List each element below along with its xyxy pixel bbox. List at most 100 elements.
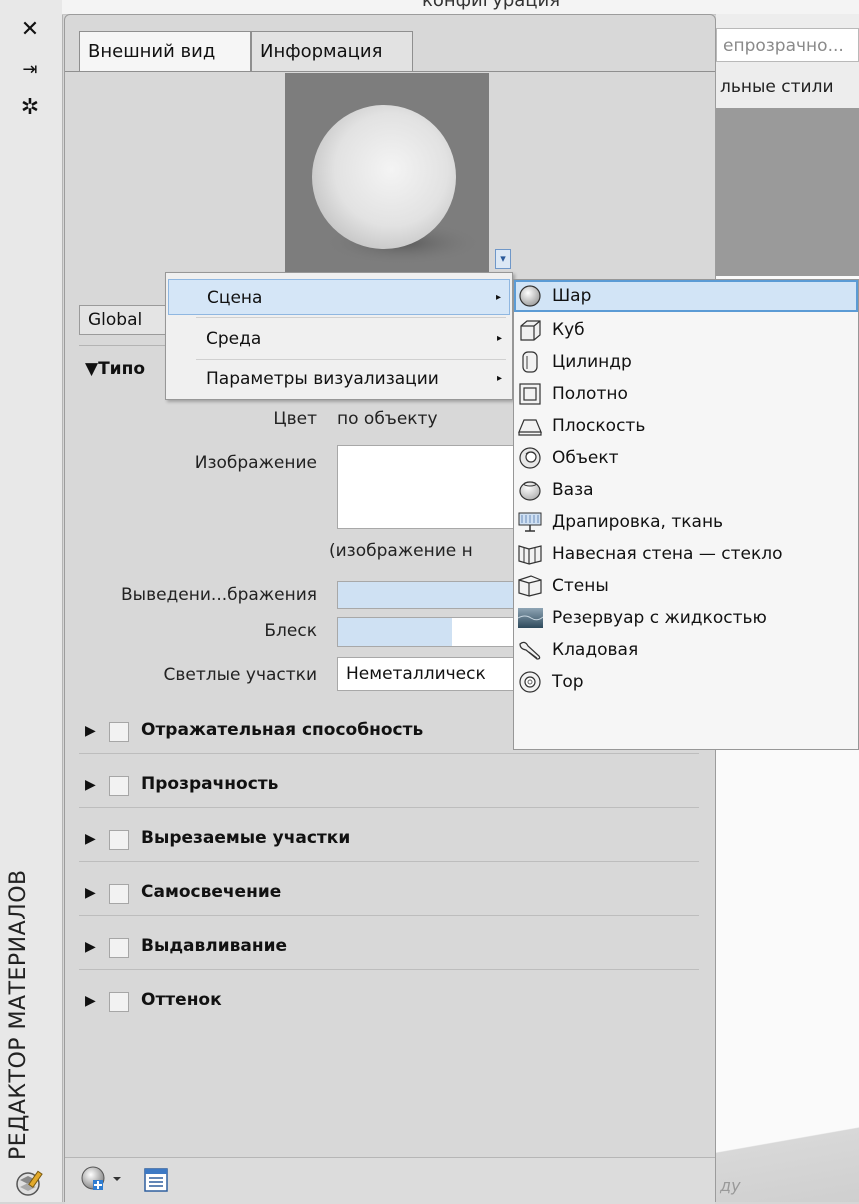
panel-bottom-toolbar [65,1157,715,1204]
glossiness-slider[interactable] [337,617,517,647]
tab-appearance[interactable]: Внешний вид [79,31,251,71]
curtain-wall-icon [517,542,543,566]
background-swatch [716,108,859,276]
expand-arrow-icon[interactable]: ▶ [85,723,96,739]
section-checkbox[interactable] [109,830,129,850]
section-label: Оттенок [141,990,222,1010]
menu-item-label: Параметры визуализации [206,369,439,389]
menu-item-scene[interactable]: Сцена ▸ [168,279,510,315]
autohide-pin-icon[interactable]: ⇥ [18,58,42,82]
menu-separator [196,317,506,318]
section-label: Отражательная способность [141,720,424,740]
section-label: Самосвечение [141,882,282,902]
section-cutouts[interactable]: ▶ Вырезаемые участки [79,819,699,862]
liquid-pool-icon [517,606,544,630]
glossiness-label: Блеск [264,621,317,641]
utility-icon [517,638,543,662]
close-icon[interactable]: ✕ [18,18,42,42]
section-label: Выдавливание [141,936,288,956]
section-checkbox[interactable] [109,938,129,958]
torus-icon [517,670,543,694]
viewport-text: ду [720,1176,741,1195]
glossiness-fill [338,618,452,646]
submenu-item-label: Тор [552,672,584,692]
create-material-icon [81,1166,121,1190]
global-material-button[interactable]: Global [79,305,169,335]
submenu-item-utility[interactable]: Кладовая [514,634,858,666]
preview-options-dropdown-button[interactable]: ▾ [495,249,511,269]
material-browser-button[interactable] [141,1166,171,1194]
image-label: Изображение [194,453,317,473]
preview-context-menu: Сцена ▸ Среда ▸ Параметры визуализации ▸ [165,272,513,400]
submenu-arrow-icon: ▸ [495,292,501,303]
background-transparency-field[interactable]: епрозрачно... [716,28,859,62]
section-checkbox[interactable] [109,884,129,904]
menu-item-render-settings[interactable]: Параметры визуализации ▸ [168,361,510,397]
expand-arrow-icon[interactable]: ▶ [85,939,96,955]
scene-submenu: Шар Куб Цилиндр Полотно Плоскость Объект [513,279,859,750]
submenu-item-label: Куб [552,320,585,340]
menu-separator [196,359,506,360]
cylinder-icon [517,350,543,374]
submenu-item-label: Ваза [552,480,594,500]
palette-side-strip: ✕ ⇥ ✲ РЕДАКТОР МАТЕРИАЛОВ [0,0,63,1202]
plane-icon [517,414,543,438]
submenu-item-vase[interactable]: Ваза [514,474,858,506]
submenu-item-plane[interactable]: Плоскость [514,410,858,442]
section-checkbox[interactable] [109,992,129,1012]
cube-icon [517,318,543,342]
expand-arrow-icon[interactable]: ▶ [85,831,96,847]
background-toolbar-text: конфигурация [422,0,561,11]
submenu-item-label: Кладовая [552,640,639,660]
submenu-item-object[interactable]: Объект [514,442,858,474]
section-self-illumination[interactable]: ▶ Самосвечение [79,873,699,916]
section-checkbox[interactable] [109,722,129,742]
palette-title: РЕДАКТОР МАТЕРИАЛОВ [6,869,31,1160]
section-tint[interactable]: ▶ Оттенок [79,981,699,1023]
image-fade-label: Выведени...бражения [120,585,317,605]
material-preview [285,73,489,275]
section-transparency[interactable]: ▶ Прозрачность [79,765,699,808]
tab-information[interactable]: Информация [251,31,413,71]
menu-item-label: Среда [206,329,262,349]
submenu-item-label: Стены [552,576,609,596]
canvas-icon [517,382,543,406]
submenu-item-label: Цилиндр [552,352,632,372]
submenu-item-drapery[interactable]: Драпировка, ткань [514,506,858,538]
image-fade-slider[interactable] [337,581,517,609]
material-editor-logo-icon [14,1168,44,1198]
submenu-item-label: Драпировка, ткань [552,512,724,532]
submenu-arrow-icon: ▸ [496,373,502,384]
color-value[interactable]: по объекту [337,409,438,429]
image-note: (изображение н [329,541,473,561]
section-bump[interactable]: ▶ Выдавливание [79,927,699,970]
submenu-item-torus[interactable]: Тор [514,666,858,698]
image-slot[interactable] [337,445,517,529]
section-checkbox[interactable] [109,776,129,796]
section-label: Вырезаемые участки [141,828,351,848]
submenu-item-canvas[interactable]: Полотно [514,378,858,410]
submenu-item-label: Полотно [552,384,628,404]
expand-arrow-icon[interactable]: ▶ [85,993,96,1009]
object-icon [517,446,543,470]
submenu-item-walls[interactable]: Стены [514,570,858,602]
vase-icon [517,478,543,502]
menu-item-environment[interactable]: Среда ▸ [168,321,510,357]
highlights-dropdown[interactable]: Неметаллическ [337,657,517,691]
menu-item-label: Сцена [207,288,263,308]
submenu-item-cube[interactable]: Куб [514,314,858,346]
create-material-button[interactable] [79,1164,129,1196]
submenu-item-sphere[interactable]: Шар [514,280,858,312]
submenu-item-cylinder[interactable]: Цилиндр [514,346,858,378]
expand-arrow-icon[interactable]: ▶ [85,777,96,793]
properties-gear-icon[interactable]: ✲ [18,96,42,120]
submenu-arrow-icon: ▸ [496,333,502,344]
submenu-item-curtain-wall[interactable]: Навесная стена — стекло [514,538,858,570]
material-browser-icon [144,1168,168,1192]
section-label: Прозрачность [141,774,279,794]
submenu-item-label: Плоскость [552,416,646,436]
submenu-item-liquid-pool[interactable]: Резервуар с жидкостью [514,602,858,634]
submenu-item-label: Резервуар с жидкостью [552,608,767,628]
generic-section-header[interactable]: ▼Типо [85,359,145,379]
expand-arrow-icon[interactable]: ▶ [85,885,96,901]
